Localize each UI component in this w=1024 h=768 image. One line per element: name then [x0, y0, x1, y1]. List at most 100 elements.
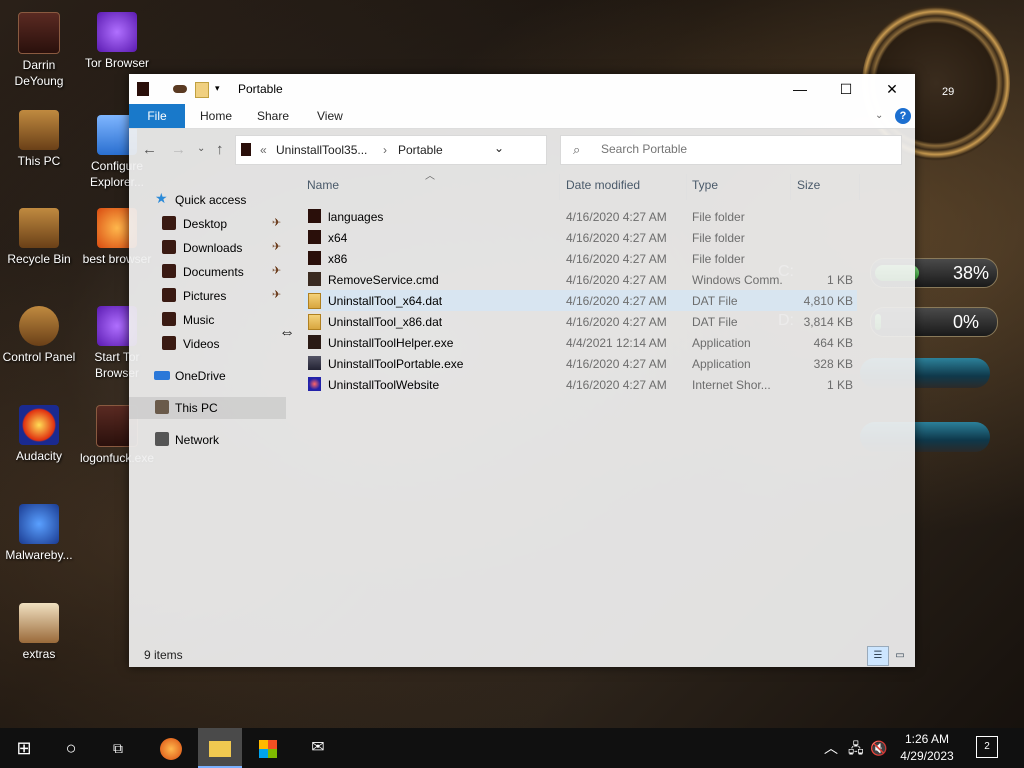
sidebar-item-videos[interactable]: Videos: [129, 333, 286, 355]
breadcrumb-uninstalltool[interactable]: UninstallTool35...: [276, 143, 367, 157]
column-header-name[interactable]: Name: [307, 178, 339, 192]
desktop-icon-malwarebytes[interactable]: Malwareby...: [0, 504, 79, 563]
recent-locations-chevron-icon[interactable]: ⌄: [197, 143, 205, 154]
desktop-icon-recycle-bin[interactable]: Recycle Bin: [0, 208, 79, 267]
column-divider[interactable]: [559, 174, 560, 200]
minimize-button[interactable]: —: [777, 74, 823, 104]
file-row[interactable]: UninstallToolHelper.exe 4/4/2021 12:14 A…: [304, 332, 857, 353]
dat-file-icon: [308, 314, 321, 330]
windows-start-icon[interactable]: ⊞: [2, 728, 46, 768]
firefox-taskbar-icon[interactable]: [149, 728, 193, 768]
file-row[interactable]: UninstallTool_x86.dat 4/16/2020 4:27 AM …: [304, 311, 857, 332]
file-row[interactable]: x86 4/16/2020 4:27 AM File folder: [304, 248, 857, 269]
address-bar[interactable]: « UninstallTool35... › Portable ⌄ ↻: [235, 135, 643, 165]
tab-view[interactable]: View: [317, 104, 343, 128]
desktop-icon-extras[interactable]: extras: [0, 603, 79, 662]
notification-center-icon[interactable]: 2: [976, 736, 998, 758]
file-date: 4/16/2020 4:27 AM: [566, 294, 667, 308]
tab-home[interactable]: Home: [200, 104, 232, 128]
desktop-icon-label: extras: [22, 647, 56, 661]
sidebar-item-desktop[interactable]: Desktop ✈: [129, 213, 286, 235]
computer-icon: [155, 400, 169, 414]
search-circle-icon[interactable]: ○: [49, 728, 93, 768]
sidebar-item-music[interactable]: Music: [129, 309, 286, 331]
help-icon[interactable]: ?: [895, 108, 911, 124]
file-row[interactable]: UninstallToolWebsite 4/16/2020 4:27 AM I…: [304, 374, 857, 395]
folder-icon: [137, 82, 149, 96]
properties-icon[interactable]: [173, 85, 187, 93]
column-divider[interactable]: [859, 174, 860, 200]
file-size: 464 KB: [813, 336, 853, 350]
column-header-size[interactable]: Size: [797, 178, 820, 192]
desktop-icon-audacity[interactable]: Audacity: [0, 405, 79, 464]
file-name: UninstallToolHelper.exe: [328, 336, 454, 350]
file-name: UninstallToolPortable.exe: [328, 357, 464, 371]
breadcrumb-portable[interactable]: Portable: [398, 143, 443, 157]
desktop-icon-tor-browser[interactable]: Tor Browser: [77, 12, 157, 71]
expand-ribbon-icon[interactable]: ⌄: [875, 104, 883, 128]
file-size: 1 KB: [826, 378, 853, 392]
sidebar-item-this-pc[interactable]: This PC: [129, 397, 286, 419]
audacity-icon: [19, 405, 59, 445]
search-box[interactable]: ⌕: [560, 135, 902, 165]
network-tray-icon[interactable]: 🖧: [848, 728, 864, 768]
sidebar-item-label: This PC: [175, 401, 218, 415]
web-shortcut-icon: [308, 377, 321, 391]
mail-taskbar-icon[interactable]: ✉: [296, 728, 340, 768]
sidebar-item-pictures[interactable]: Pictures ✈: [129, 285, 286, 307]
desktop-icon-darrin-deyoung[interactable]: Darrin DeYoung: [0, 12, 79, 89]
up-arrow-icon[interactable]: ↑: [216, 141, 224, 158]
new-folder-icon[interactable]: [195, 82, 209, 98]
breadcrumb-separator[interactable]: ›: [383, 143, 387, 157]
file-row[interactable]: UninstallToolPortable.exe 4/16/2020 4:27…: [304, 353, 857, 374]
clock-date-label: 29: [942, 86, 955, 98]
folder-icon: [308, 251, 321, 265]
back-arrow-icon[interactable]: ←: [142, 141, 157, 158]
column-divider[interactable]: [686, 174, 687, 200]
sidebar-item-downloads[interactable]: Downloads ✈: [129, 237, 286, 259]
file-explorer-window: ▾ Portable — ☐ ✕ File Home Share View ⌄ …: [129, 74, 915, 667]
file-row[interactable]: UninstallTool_x64.dat 4/16/2020 4:27 AM …: [304, 290, 857, 311]
file-date: 4/16/2020 4:27 AM: [566, 357, 667, 371]
drive-d-percent: 0%: [953, 312, 980, 332]
drive-c-percent: 38%: [953, 263, 990, 283]
tab-share[interactable]: Share: [257, 104, 289, 128]
large-icons-view-icon[interactable]: ▭: [889, 646, 911, 666]
sidebar-item-documents[interactable]: Documents ✈: [129, 261, 286, 283]
column-header-date-modified[interactable]: Date modified: [566, 178, 640, 192]
column-divider[interactable]: [790, 174, 791, 200]
sidebar-item-label: OneDrive: [175, 369, 226, 383]
file-date: 4/16/2020 4:27 AM: [566, 315, 667, 329]
desktop-icon-control-panel[interactable]: Control Panel: [0, 306, 79, 365]
show-hidden-icons-chevron-icon[interactable]: ︿: [824, 728, 838, 768]
file-row[interactable]: languages 4/16/2020 4:27 AM File folder: [304, 206, 857, 227]
sidebar-item-network[interactable]: Network: [129, 429, 286, 451]
file-date: 4/16/2020 4:27 AM: [566, 378, 667, 392]
file-row[interactable]: RemoveService.cmd 4/16/2020 4:27 AM Wind…: [304, 269, 857, 290]
file-date: 4/16/2020 4:27 AM: [566, 252, 667, 266]
file-explorer-taskbar-icon[interactable]: [198, 728, 242, 768]
desktop-icon-label: This PC: [17, 154, 61, 168]
close-button[interactable]: ✕: [869, 74, 915, 104]
title-bar[interactable]: ▾ Portable — ☐ ✕: [129, 74, 915, 104]
address-overflow[interactable]: «: [260, 143, 267, 157]
file-type: Internet Shor...: [692, 378, 771, 392]
details-view-icon[interactable]: ☰: [867, 646, 889, 666]
desktop-icon-label: Audacity: [15, 449, 63, 463]
maximize-button[interactable]: ☐: [823, 74, 869, 104]
forward-arrow-icon[interactable]: →: [171, 141, 186, 158]
volume-muted-icon[interactable]: 🔇: [870, 728, 887, 768]
desktop-icon-this-pc[interactable]: This PC: [0, 110, 79, 169]
search-input[interactable]: [599, 141, 893, 157]
store-taskbar-icon[interactable]: [246, 728, 290, 768]
customize-toolbar-icon[interactable]: ▾: [215, 83, 227, 97]
tab-file[interactable]: File: [129, 104, 185, 128]
sidebar-item-onedrive[interactable]: OneDrive: [129, 365, 286, 387]
column-header-type[interactable]: Type: [692, 178, 718, 192]
task-view-icon[interactable]: ⧉: [96, 728, 140, 768]
taskbar-clock[interactable]: 1:26 AM 4/29/2023: [892, 731, 962, 765]
folder-icon: [308, 230, 321, 244]
sidebar-item-quick-access[interactable]: ★ Quick access: [129, 189, 286, 211]
address-dropdown-chevron-icon[interactable]: ⌄: [494, 141, 504, 155]
file-row[interactable]: x64 4/16/2020 4:27 AM File folder: [304, 227, 857, 248]
